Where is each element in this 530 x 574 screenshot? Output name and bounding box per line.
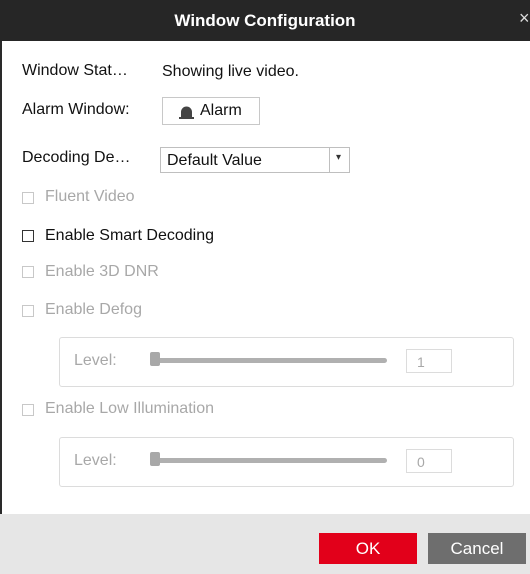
low-illumination-level-input[interactable]: 0 [406,449,452,473]
defog-slider-handle[interactable] [150,352,160,366]
low-illumination-level-panel: Level: 0 [59,437,514,487]
decoding-dropdown-arrow[interactable]: ▾ [329,148,350,172]
defog-level-input[interactable]: 1 [406,349,452,373]
smart-decoding-label: Enable Smart Decoding [45,227,214,244]
low-illumination-label: Enable Low Illumination [45,400,214,417]
title-bar: Window Configuration × [0,0,530,41]
ok-button[interactable]: OK [319,533,417,564]
low-illumination-level-label: Level: [74,452,117,469]
chevron-down-icon: ▾ [336,152,342,163]
3d-dnr-label: Enable 3D DNR [45,263,159,280]
alarm-light-icon [178,105,195,124]
decoding-label: Decoding De… [22,149,131,166]
low-illumination-checkbox[interactable] [22,404,34,416]
decoding-selected-value: Default Value [167,152,262,169]
dialog-title: Window Configuration [174,11,356,30]
dialog-left-border [0,41,2,574]
alarm-button-label: Alarm [200,102,242,119]
window-status-value: Showing live video. [162,63,299,80]
defog-level-panel: Level: 1 [59,337,514,387]
defog-level-label: Level: [74,352,117,369]
close-icon[interactable]: × [519,8,530,29]
fluent-video-checkbox[interactable] [22,192,34,204]
3d-dnr-checkbox[interactable] [22,266,34,278]
defog-checkbox[interactable] [22,305,34,317]
smart-decoding-checkbox[interactable] [22,230,34,242]
low-illumination-slider-track[interactable] [150,458,387,463]
fluent-video-label: Fluent Video [45,188,135,205]
cancel-button[interactable]: Cancel [428,533,526,564]
low-illumination-slider-handle[interactable] [150,452,160,466]
decoding-select[interactable]: Default Value ▾ [160,147,350,173]
window-status-label: Window Stat… [22,62,128,79]
defog-slider-track[interactable] [150,358,387,363]
alarm-button[interactable]: Alarm [162,97,260,125]
alarm-window-label: Alarm Window: [22,101,130,118]
defog-label: Enable Defog [45,301,142,318]
